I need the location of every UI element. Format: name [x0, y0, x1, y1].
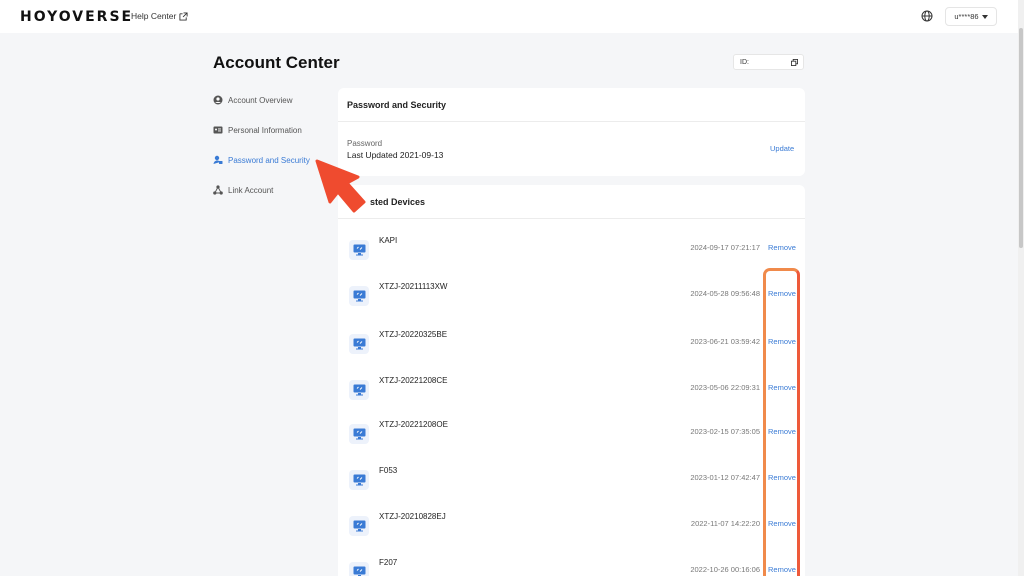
device-name: KAPI: [379, 236, 398, 245]
page-title: Account Center: [213, 53, 340, 72]
sidebar-item-personal-information[interactable]: Personal Information: [213, 123, 302, 137]
password-security-card: Password and Security Password Last Upda…: [338, 88, 805, 176]
trusted-devices-card: sted Devices KAPI 2024-09-17 07:21:17 Remo…: [338, 185, 805, 576]
device-name: XTZJ-20221208OE: [379, 420, 448, 429]
device-row: XTZJ-20221208OE 2023-02-15 07:35:05 Remove: [338, 420, 805, 454]
top-nav-bar: HOYOVERSE Help Center u****86: [0, 0, 1018, 33]
device-row: XTZJ-20211113XW 2024-05-28 09:56:48 Remove: [338, 282, 805, 316]
device-last-used: 2023-06-21 03:59:42: [690, 337, 760, 346]
sidebar-item-link-account[interactable]: Link Account: [213, 183, 273, 197]
device-name: F207: [379, 558, 398, 567]
card-title: Password and Security: [338, 88, 805, 122]
monitor-icon: [349, 240, 369, 260]
globe-icon[interactable]: [921, 10, 933, 22]
help-center-label: Help Center: [131, 11, 177, 21]
device-row: KAPI 2024-09-17 07:21:17 Remove: [338, 236, 805, 270]
sidebar-item-label: Link Account: [228, 185, 274, 195]
username: u****86: [954, 12, 979, 21]
device-last-used: 2023-01-12 07:42:47: [690, 473, 760, 482]
device-name: XTZJ-20221208CE: [379, 376, 448, 385]
hoyoverse-logo[interactable]: HOYOVERSE: [20, 9, 133, 25]
external-link-icon: [179, 11, 188, 21]
device-name: F053: [379, 466, 398, 475]
pointer-arrow-icon: [315, 159, 366, 213]
monitor-icon: [349, 516, 369, 536]
sidebar-item-label: Personal Information: [228, 125, 302, 135]
monitor-icon: [349, 380, 369, 400]
shield-lock-icon: [213, 155, 223, 164]
sidebar-item-label: Password and Security: [228, 155, 310, 165]
device-last-used: 2022-10-26 00:16:06: [690, 565, 760, 574]
sidebar-item-label: Account Overview: [228, 95, 293, 105]
device-last-used: 2024-05-28 09:56:48: [690, 289, 760, 298]
device-row: XTZJ-20210828EJ 2022-11-07 14:22:20 Remove: [338, 512, 805, 546]
monitor-icon: [349, 334, 369, 354]
link-account-icon: [213, 185, 223, 195]
remove-column-highlight: [763, 268, 800, 576]
device-last-used: 2022-11-07 14:22:20: [690, 519, 760, 528]
device-last-used: 2023-05-06 22:09:31: [690, 383, 760, 392]
monitor-icon: [349, 562, 369, 576]
monitor-icon: [349, 424, 369, 444]
device-name: XTZJ-20210828EJ: [379, 512, 446, 521]
scrollbar-thumb[interactable]: [1019, 28, 1023, 248]
password-label: Password: [347, 139, 383, 148]
card-title: sted Devices: [338, 185, 805, 219]
device-last-used: 2024-09-17 07:21:17: [690, 243, 760, 252]
help-center-link[interactable]: Help Center: [131, 11, 188, 21]
id-label: ID:: [740, 58, 749, 66]
caret-down-icon: [981, 14, 988, 19]
device-row: F053 2023-01-12 07:42:47 Remove: [338, 466, 805, 500]
account-id-box: ID:: [733, 54, 804, 70]
device-last-used: 2023-02-15 07:35:05: [690, 427, 760, 436]
monitor-icon: [349, 286, 369, 306]
update-password-button[interactable]: Update: [770, 144, 794, 153]
device-row: F207 2022-10-26 00:16:06 Remove: [338, 558, 805, 576]
device-row: XTZJ-20221208CE 2023-05-06 22:09:31 Remove: [338, 376, 805, 410]
remove-device-button[interactable]: Remove: [768, 243, 796, 252]
monitor-icon: [349, 470, 369, 490]
device-row: XTZJ-20220325BE 2023-06-21 03:59:42 Remove: [338, 330, 805, 364]
id-card-icon: [213, 126, 223, 134]
sidebar-item-password-security[interactable]: Password and Security: [213, 153, 310, 167]
device-name: XTZJ-20220325BE: [379, 330, 448, 339]
device-name: XTZJ-20211113XW: [379, 282, 448, 291]
user-menu-button[interactable]: u****86: [945, 7, 997, 26]
user-circle-icon: [213, 95, 223, 105]
sidebar-item-account-overview[interactable]: Account Overview: [213, 93, 292, 107]
copy-icon[interactable]: [791, 59, 798, 66]
